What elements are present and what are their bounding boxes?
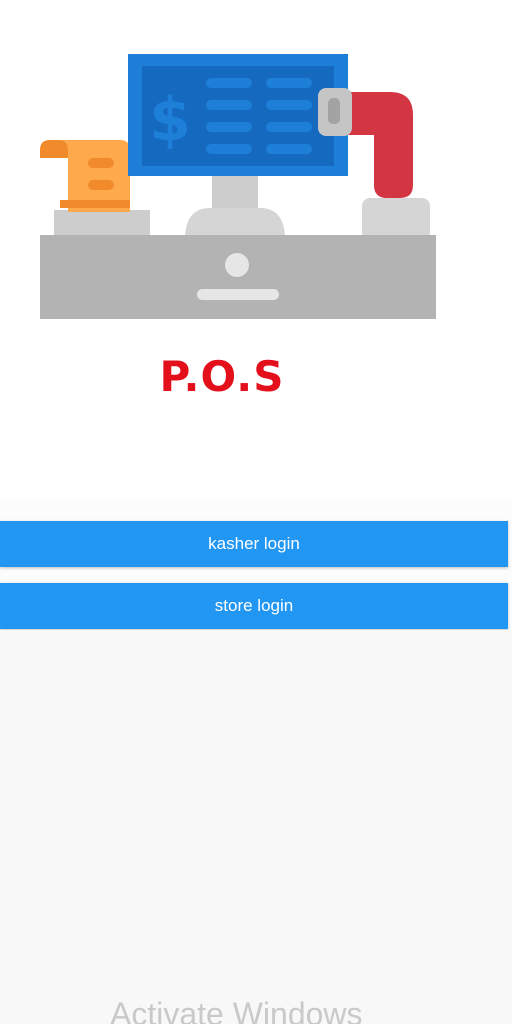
login-screen: $ P.O.S kasher login store login Activat… [0, 0, 512, 1024]
header-area: $ P.O.S [0, 0, 512, 500]
cash-register-icon: $ [40, 54, 436, 319]
activation-watermark: Activate Windows [110, 996, 363, 1024]
app-title: P.O.S [159, 352, 285, 401]
kasher-login-button[interactable]: kasher login [0, 521, 508, 567]
empty-content-area [0, 630, 512, 1024]
svg-text:$: $ [149, 85, 191, 155]
store-login-button[interactable]: store login [0, 583, 508, 629]
